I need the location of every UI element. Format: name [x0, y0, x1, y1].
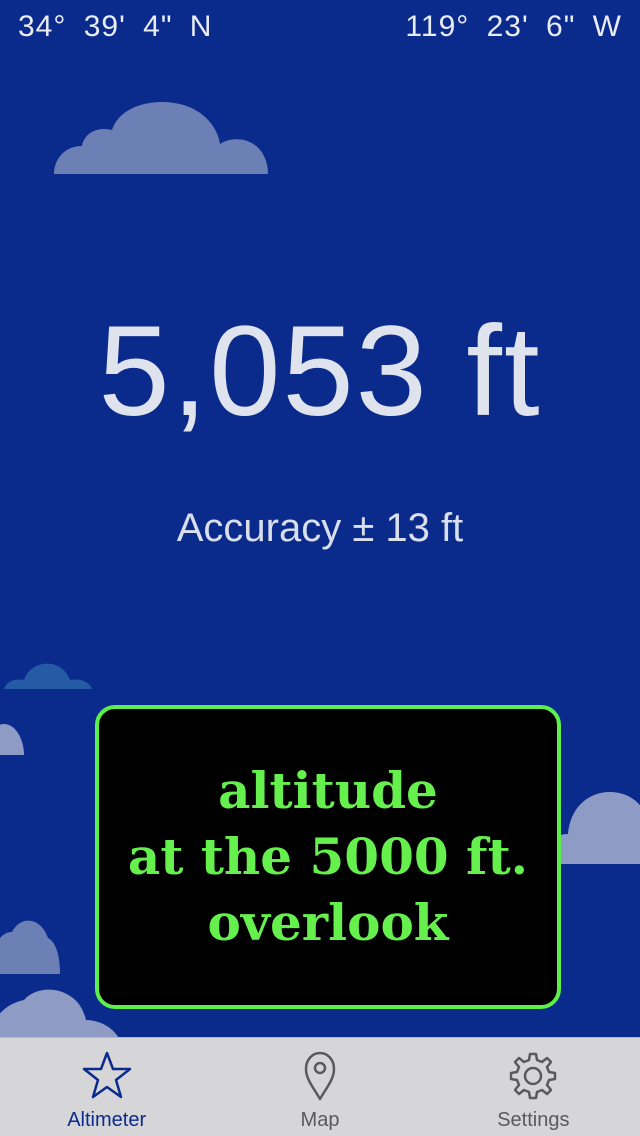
- tab-label: Settings: [497, 1109, 570, 1131]
- tab-bar: Altimeter Map Settings: [0, 1037, 640, 1136]
- cloud-icon: [54, 102, 268, 174]
- accuracy-readout: Accuracy ± 13 ft: [176, 506, 464, 550]
- altimeter-screen: 34° 39' 4" N 119° 23' 6" W 5,053 ft Accu…: [0, 0, 640, 1136]
- latitude-readout: 34° 39' 4" N: [18, 10, 213, 43]
- tab-map[interactable]: Map: [213, 1038, 426, 1136]
- tab-label: Altimeter: [67, 1109, 147, 1131]
- map-pin-icon: [304, 1051, 336, 1101]
- star-icon: [82, 1051, 131, 1099]
- tab-settings[interactable]: Settings: [427, 1038, 640, 1136]
- cloud-icon: [0, 724, 24, 755]
- callout-line: altitude: [218, 761, 438, 820]
- tab-label: Map: [300, 1109, 340, 1131]
- cloud-icon: [4, 663, 92, 689]
- tab-altimeter[interactable]: Altimeter: [0, 1038, 213, 1136]
- annotation-callout: altitude at the 5000 ft. overlook: [95, 705, 561, 1009]
- altitude-readout: 5,053 ft: [98, 300, 542, 443]
- gear-icon: [510, 1052, 557, 1100]
- coordinates-bar: 34° 39' 4" N 119° 23' 6" W: [0, 10, 640, 50]
- cloud-icon: [0, 920, 60, 974]
- longitude-readout: 119° 23' 6" W: [405, 10, 622, 43]
- callout-line: at the 5000 ft.: [127, 827, 529, 886]
- callout-line: overlook: [207, 893, 449, 952]
